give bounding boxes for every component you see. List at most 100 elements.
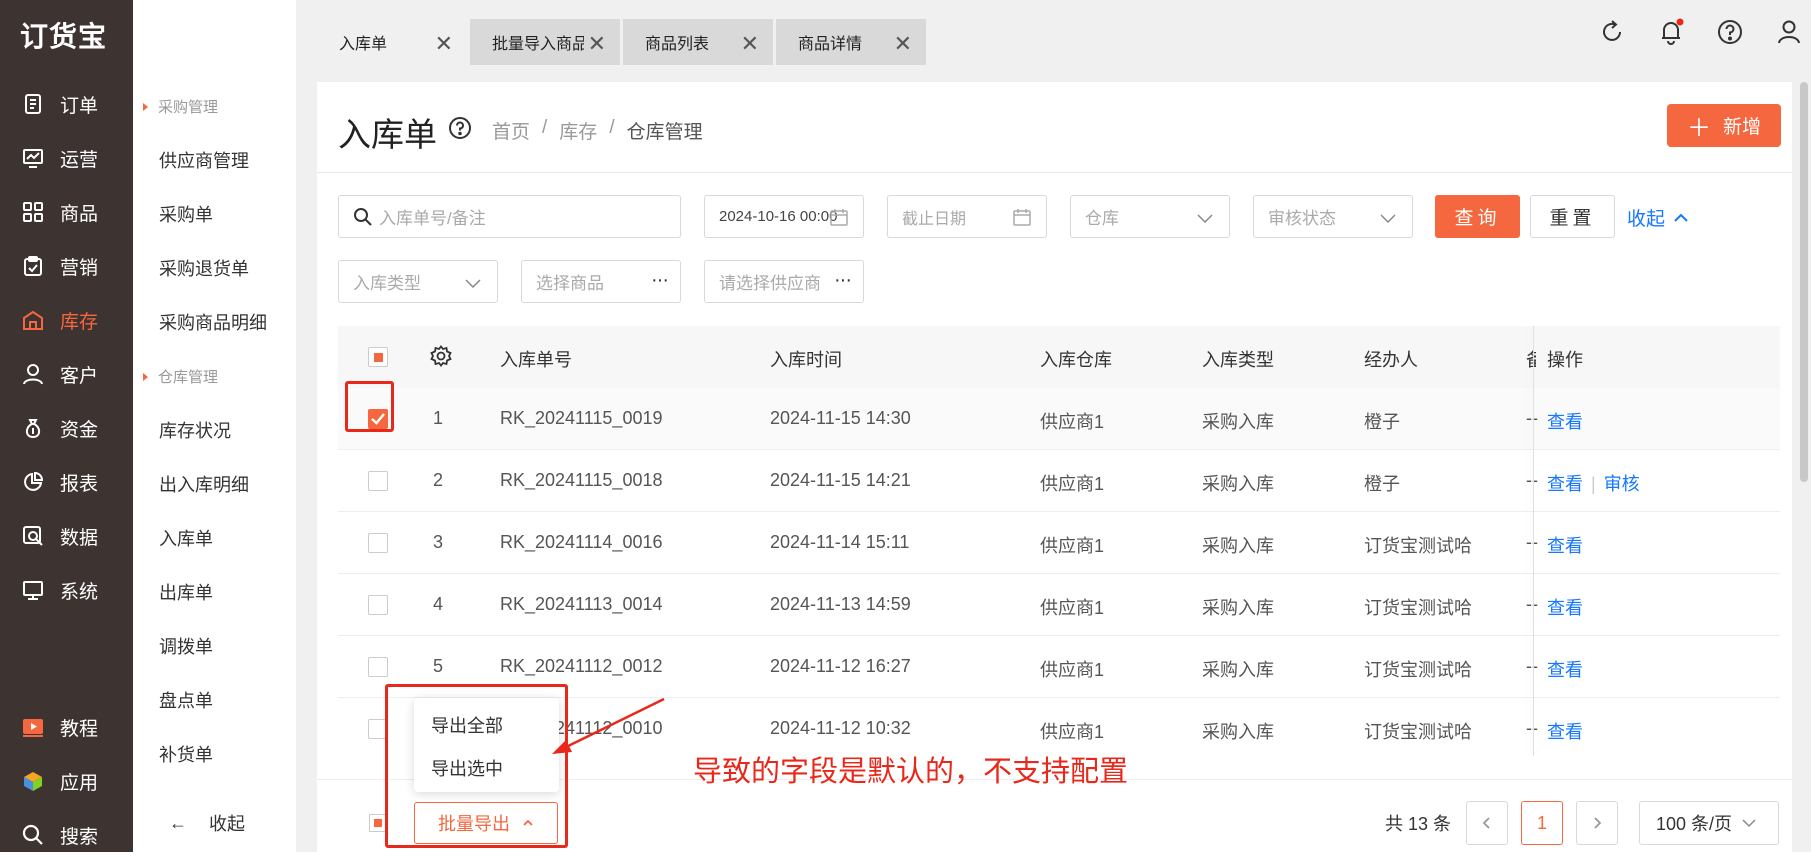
nav-item-order[interactable]: 订单 [0,77,133,131]
subnav-item-supplier[interactable]: 供应商管理 [159,147,249,173]
table-header: 入库单号 入库时间 入库仓库 入库类型 经办人 备 操作 [338,326,1780,388]
search-input[interactable]: 入库单号/备注 [338,195,681,238]
audit-link[interactable]: 审核 [1604,474,1640,494]
tab-batch-import[interactable]: 批量导入商品 ✕ [470,19,620,65]
bell-icon[interactable] [1657,18,1685,46]
breadcrumb: 首页 / 库存 / 仓库管理 [492,117,703,144]
chevron-down-icon [1380,214,1396,224]
view-link[interactable]: 查看 [1547,594,1583,620]
subnav-item-outbound[interactable]: 出库单 [159,579,213,605]
nav-item-customer[interactable]: 客户 [0,347,133,401]
col-header-warehouse: 入库仓库 [1040,350,1112,370]
subnav-item-io-detail[interactable]: 出入库明细 [159,471,249,497]
refresh-icon[interactable] [1598,18,1626,46]
select-all-checkbox[interactable] [368,347,388,367]
view-link[interactable]: 查看 [1547,408,1583,434]
query-button[interactable]: 查询 [1435,195,1520,238]
search-icon [22,824,43,845]
col-header-remark: 备 [1526,350,1536,370]
nav-item-reports[interactable]: 报表 [0,455,133,509]
nav-label: 报表 [60,473,99,495]
nav-item-search[interactable]: 搜索 [0,808,133,862]
add-button[interactable]: ＋新增 [1667,104,1781,147]
goods-picker[interactable]: 选择商品 ··· [521,260,681,303]
table-row: 3 RK_20241114_0016 2024-11-14 15:11 供应商1… [338,512,1780,574]
pie-chart-icon [24,471,44,491]
help-icon[interactable] [1716,18,1744,46]
search-icon [354,207,372,226]
subnav-group-purchase: 采购管理 [143,96,218,117]
sub-nav: 采购管理 供应商管理 采购单 采购退货单 采购商品明细 仓库管理 库存状况 出入… [133,0,296,852]
nav-item-tutorial[interactable]: 教程 [0,700,133,754]
tab-goods-detail[interactable]: 商品详情 ✕ [776,19,926,65]
close-icon[interactable]: ✕ [741,31,759,57]
page-number[interactable]: 1 [1521,801,1563,845]
close-icon[interactable]: ✕ [435,31,453,57]
subnav-collapse[interactable]: ← 收起 [169,810,245,836]
end-date-field[interactable]: 截止日期 [887,195,1047,238]
total-count: 共 13 条 [1385,814,1452,834]
breadcrumb-item[interactable]: 首页 [492,117,530,144]
chevron-down-icon [1197,214,1213,224]
nav-item-apps[interactable]: 应用 [0,754,133,808]
breadcrumb-item[interactable]: 库存 [559,117,597,144]
view-link[interactable]: 查看 [1547,656,1583,682]
subnav-item-transfer[interactable]: 调拨单 [159,633,213,659]
annotation-note: 导致的字段是默认的，不支持配置 [693,756,1129,788]
nav-item-inventory[interactable]: 库存 [0,293,133,347]
next-page-button[interactable] [1576,801,1618,845]
start-date-field[interactable]: 2024-10-16 00:00 [704,195,864,238]
gear-icon[interactable] [430,345,452,367]
reset-button[interactable]: 重置 [1530,195,1615,238]
chart-board-icon [23,149,43,168]
collapse-filters-link[interactable]: 收起 [1627,204,1689,231]
view-link[interactable]: 查看 [1547,718,1583,744]
nav-label: 客户 [60,365,99,387]
close-icon[interactable]: ✕ [588,31,606,57]
subnav-item-stocktake[interactable]: 盘点单 [159,687,213,713]
nav-item-system[interactable]: 系统 [0,563,133,617]
row-checkbox[interactable] [368,595,388,615]
supplier-picker[interactable]: 请选择供应商 ··· [704,260,864,303]
page-scrollbar[interactable] [1800,82,1808,482]
nav-label: 商品 [60,203,99,225]
subnav-item-replenish[interactable]: 补货单 [159,741,213,767]
subnav-item-purchase-return[interactable]: 采购退货单 [159,255,249,281]
nav-item-goods[interactable]: 商品 [0,185,133,239]
app-logo: 订货宝 [20,20,108,53]
tab-inbound[interactable]: 入库单 ✕ [317,19,467,65]
tab-goods-list[interactable]: 商品列表 ✕ [623,19,773,65]
subnav-group-warehouse: 仓库管理 [143,366,218,387]
question-icon[interactable] [448,116,472,140]
page-size-select[interactable]: 100 条/页 [1639,801,1779,845]
col-header-type: 入库类型 [1202,350,1274,370]
subnav-item-purchase-detail[interactable]: 采购商品明细 [159,309,267,335]
nav-label: 搜索 [60,826,99,848]
col-header-time: 入库时间 [770,350,842,370]
row-checkbox[interactable] [368,471,388,491]
cube-icon [24,772,42,791]
warehouse-select[interactable]: 仓库 [1070,195,1230,238]
close-icon[interactable]: ✕ [894,31,912,57]
view-link[interactable]: 查看 [1547,532,1583,558]
nav-item-data[interactable]: 数据 [0,509,133,563]
inbound-type-select[interactable]: 入库类型 [338,260,498,303]
audit-status-select[interactable]: 审核状态 [1253,195,1413,238]
nav-item-funds[interactable]: 资金 [0,401,133,455]
subnav-item-stock-status[interactable]: 库存状况 [159,417,231,443]
more-icon[interactable]: ··· [651,269,669,292]
nav-item-marketing[interactable]: 营销 [0,239,133,293]
nav-item-operations[interactable]: 运营 [0,131,133,185]
view-link[interactable]: 查看 [1547,474,1583,494]
row-checkbox[interactable] [368,657,388,677]
prev-page-button[interactable] [1466,801,1508,845]
subnav-item-purchase-order[interactable]: 采购单 [159,201,213,227]
play-icon [23,719,43,737]
more-icon[interactable]: ··· [834,269,852,292]
user-icon[interactable] [1775,18,1803,46]
nav-label: 数据 [60,527,99,549]
clipboard-icon [24,256,42,276]
row-checkbox[interactable] [368,533,388,553]
calendar-icon [1013,209,1031,226]
subnav-item-inbound[interactable]: 入库单 [159,525,213,551]
